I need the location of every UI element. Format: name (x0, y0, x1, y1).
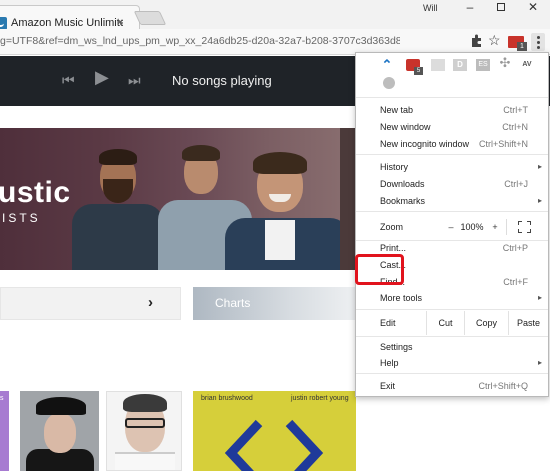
menu-extension-row: ⌃ 5 D ES ✣ AV (356, 53, 548, 97)
menu-item-shortcut: Ctrl+T (503, 105, 528, 115)
submenu-arrow-icon: ▸ (537, 358, 542, 367)
tab-close-icon[interactable]: × (113, 15, 127, 29)
album-artist-text: justin robert young (291, 395, 349, 402)
band-member-image (225, 148, 350, 270)
hero-subtitle: ISTS (2, 211, 41, 225)
zoom-in-button[interactable]: + (486, 216, 504, 238)
menu-item-shortcut: Ctrl+F (503, 277, 528, 287)
album-cover[interactable]: s (0, 391, 9, 471)
menu-item-new-window[interactable]: New window Ctrl+N (356, 119, 548, 135)
menu-item-more-tools[interactable]: More tools ▸ (356, 290, 548, 306)
menu-item-shortcut: Ctrl+Shift+N (478, 139, 528, 149)
menu-zoom-row: Zoom – 100% + (356, 216, 548, 238)
menu-item-new-incognito-window[interactable]: New incognito window Ctrl+Shift+N (356, 136, 548, 152)
hero-title: ustic (0, 176, 71, 209)
menu-item-label: New window (380, 122, 431, 132)
extension-puzzle-icon[interactable] (471, 34, 483, 48)
menu-divider (356, 154, 548, 155)
menu-divider (356, 309, 548, 310)
menu-item-label: Help (380, 358, 399, 368)
menu-item-bookmarks[interactable]: Bookmarks ▸ (356, 193, 548, 209)
profile-button[interactable]: Will (423, 3, 438, 13)
av-extension-icon[interactable]: AV (520, 59, 534, 71)
menu-item-help[interactable]: Help ▸ (356, 355, 548, 371)
hero-banner[interactable]: ustic ISTS (0, 128, 355, 270)
next-track-icon[interactable]: ⏭ (128, 73, 141, 87)
zoom-label: Zoom (380, 222, 404, 232)
tab-strip: Amazon Music Unlimited × Will – ✕ (0, 0, 550, 30)
circle-extension-icon[interactable] (383, 77, 395, 89)
zoom-divider (506, 219, 507, 235)
menu-edit-row: Edit Cut Copy Paste (356, 311, 548, 335)
menu-item-shortcut: Ctrl+Shift+Q (478, 381, 528, 391)
menu-item-label: New tab (380, 105, 414, 115)
menu-item-label: History (380, 162, 409, 172)
maximize-icon (497, 3, 505, 11)
play-icon[interactable]: ▶ (95, 68, 109, 86)
menu-item-shortcut: Ctrl+J (504, 179, 528, 189)
submenu-arrow-icon: ▸ (537, 293, 542, 302)
menu-divider (356, 336, 548, 337)
menu-item-label: More tools (380, 293, 423, 303)
es-extension-icon[interactable]: ES (476, 59, 490, 71)
extension-badge: 5 (414, 67, 423, 75)
menu-item-label: Bookmarks (380, 196, 426, 206)
edit-label: Edit (380, 318, 396, 328)
menu-item-downloads[interactable]: Downloads Ctrl+J (356, 176, 548, 192)
fullscreen-icon[interactable] (518, 221, 531, 233)
arrows-extension-icon[interactable]: ✣ (498, 56, 512, 69)
tab-amazon-music[interactable]: Amazon Music Unlimited × (0, 5, 140, 30)
minimize-button[interactable]: – (455, 0, 485, 14)
menu-divider (356, 373, 548, 374)
album-cover[interactable]: brian brushwood justin robert young (193, 391, 356, 471)
address-bar[interactable]: g=UTF8&ref=dm_ws_lnd_ups_pm_wp_xx_24a6db… (0, 35, 400, 47)
new-tab-button[interactable] (133, 11, 167, 25)
menu-divider (356, 211, 548, 212)
chevrons-artwork (224, 419, 324, 471)
extension-icon[interactable] (431, 59, 445, 71)
album-artist-text: brian brushwood (201, 395, 253, 402)
maximize-button[interactable] (486, 0, 516, 14)
extension-badge: 1 (517, 42, 527, 51)
previous-track-icon[interactable]: ⏮ (62, 73, 75, 87)
zoom-level: 100% (460, 222, 484, 232)
menu-item-settings[interactable]: Settings (356, 339, 548, 355)
copy-button[interactable]: Copy (464, 311, 508, 335)
charts-card[interactable]: Charts (193, 287, 356, 320)
charts-label: Charts (215, 296, 251, 310)
menu-item-label: Downloads (380, 179, 425, 189)
menu-item-shortcut: Ctrl+N (502, 122, 528, 132)
submenu-arrow-icon: ▸ (537, 196, 542, 205)
menu-divider (356, 97, 548, 98)
tab-title: Amazon Music Unlimited (11, 17, 123, 29)
d-extension-icon[interactable]: D (453, 59, 467, 71)
browse-card[interactable]: › (0, 287, 181, 320)
now-playing-status: No songs playing (172, 73, 272, 88)
cast-highlight-box (355, 254, 404, 285)
anchor-extension-icon[interactable]: ⌃ (380, 58, 394, 71)
paste-button[interactable]: Paste (508, 311, 548, 335)
chrome-main-menu: ⌃ 5 D ES ✣ AV New tab Ctrl+T New window … (355, 52, 549, 397)
menu-item-new-tab[interactable]: New tab Ctrl+T (356, 102, 548, 118)
hero-banner-edge (340, 128, 355, 270)
album-cover-text: s (0, 395, 4, 402)
submenu-arrow-icon: ▸ (537, 162, 542, 171)
cut-button[interactable]: Cut (426, 311, 464, 335)
bookmark-star-icon[interactable]: ☆ (488, 32, 501, 49)
menu-item-exit[interactable]: Exit Ctrl+Shift+Q (356, 378, 548, 394)
album-cover[interactable] (20, 391, 99, 471)
chrome-menu-kebab-icon[interactable] (531, 33, 545, 51)
chevron-right-icon[interactable]: › (148, 294, 153, 311)
menu-item-label: Settings (380, 342, 413, 352)
menu-item-label: Exit (380, 381, 396, 391)
menu-item-shortcut: Ctrl+P (502, 243, 528, 253)
menu-item-label: New incognito window (380, 139, 470, 149)
album-cover[interactable] (106, 391, 182, 471)
close-window-button[interactable]: ✕ (518, 0, 548, 14)
menu-item-history[interactable]: History ▸ (356, 159, 548, 175)
